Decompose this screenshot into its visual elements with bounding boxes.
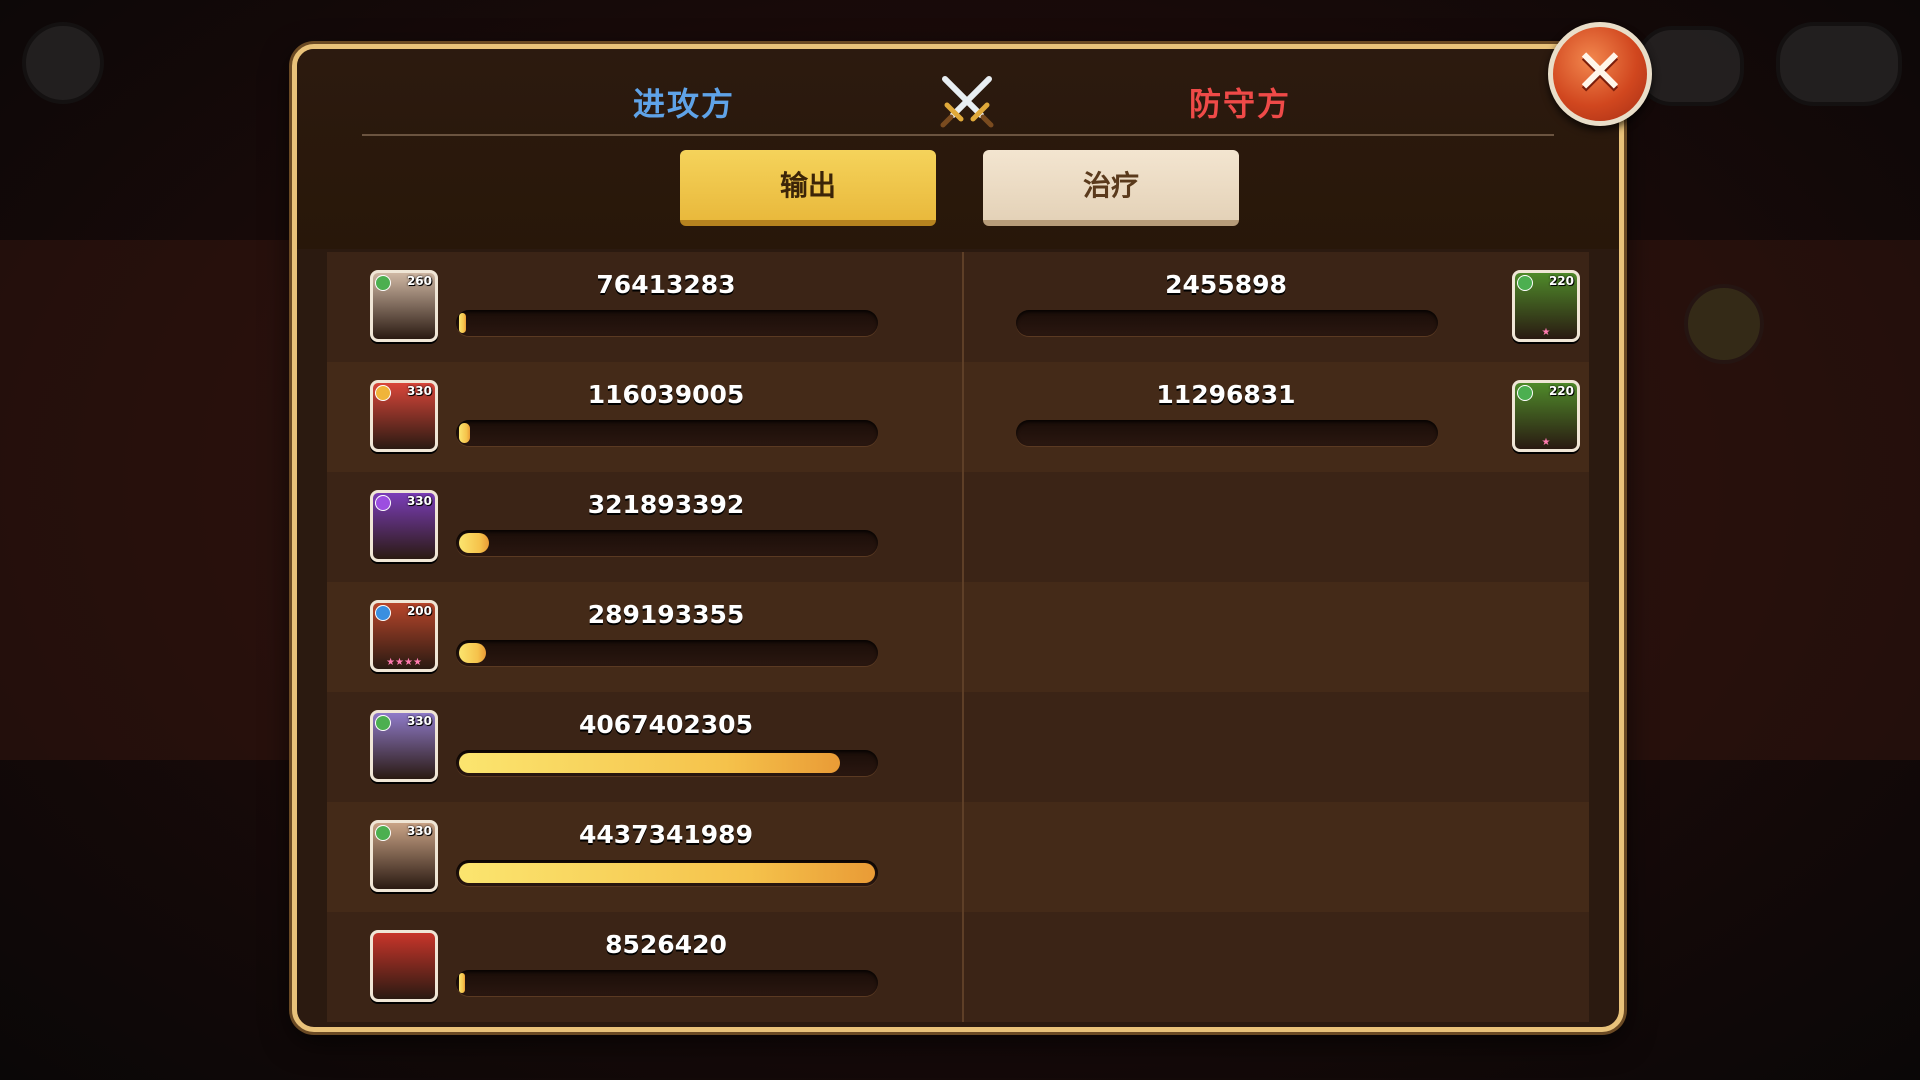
stats-list: 260 76413283 2455898 220 ★ 330 116039005 112968… (327, 252, 1589, 1022)
element-icon (1517, 385, 1533, 401)
hero-level: 260 (406, 274, 432, 288)
stats-row: 200 ★★★★ 289193355 (327, 582, 1589, 692)
speed-x2-button[interactable] (1636, 26, 1744, 106)
damage-bar-fill (459, 973, 465, 993)
defenders-damage-value: 2455898 (1165, 270, 1287, 299)
header-divider (362, 134, 1554, 136)
stats-row: 330 116039005 11296831 220 ★ (327, 362, 1589, 472)
element-icon (375, 385, 391, 401)
attackers-hero-avatar[interactable]: 330 (370, 380, 438, 452)
hero-stars: ★ (1541, 327, 1551, 338)
tab-output[interactable]: 输出 (680, 150, 936, 226)
damage-bar-fill (459, 533, 490, 553)
attackers-damage-bar (456, 860, 878, 886)
hero-level: 220 (1548, 274, 1574, 288)
defenders-damage-bar (1016, 310, 1438, 336)
attackers-hero-avatar[interactable]: 330 (370, 820, 438, 892)
play-pause-button[interactable] (1776, 22, 1902, 106)
attackers-hero-avatar[interactable]: 330 (370, 490, 438, 562)
damage-bar-fill (459, 643, 487, 663)
damage-bar-fill (459, 313, 467, 333)
hero-stars: ★ (1541, 437, 1551, 448)
attackers-damage-value: 4437341989 (579, 820, 753, 849)
attacker-title: 进攻方 (633, 85, 736, 123)
close-button[interactable]: ✕ (1548, 22, 1652, 126)
defender-title: 防守方 (1189, 85, 1292, 123)
element-icon (375, 605, 391, 621)
hero-stars: ★★★★ (386, 657, 422, 668)
background-scene (1624, 240, 1920, 760)
close-icon: ✕ (1574, 35, 1626, 108)
attackers-damage-bar (456, 750, 878, 776)
attackers-hero-avatar[interactable]: 200 ★★★★ (370, 600, 438, 672)
battle-stats-panel: 进攻方 防守方 输出 治疗 260 76413283 2455898 220 ★ 330 1… (292, 44, 1624, 1032)
crossed-swords-icon (940, 76, 994, 128)
hero-level: 330 (406, 384, 432, 398)
attackers-damage-bar (456, 970, 878, 996)
menu-icon[interactable] (22, 22, 104, 104)
attackers-damage-value: 116039005 (587, 380, 745, 409)
attackers-damage-value: 76413283 (596, 270, 736, 299)
attackers-damage-bar (456, 640, 878, 666)
defenders-damage-bar (1016, 420, 1438, 446)
column-divider (962, 252, 964, 1022)
attackers-damage-value: 4067402305 (579, 710, 753, 739)
attackers-hero-avatar[interactable] (370, 930, 438, 1002)
hero-level: 330 (406, 494, 432, 508)
attackers-damage-bar (456, 310, 878, 336)
defenders-hero-avatar[interactable]: 220 ★ (1512, 380, 1580, 452)
damage-bar-fill (459, 423, 470, 443)
attackers-hero-avatar[interactable]: 260 (370, 270, 438, 342)
element-icon (375, 715, 391, 731)
hero-level: 220 (1548, 384, 1574, 398)
attackers-damage-value: 289193355 (587, 600, 745, 629)
hero-level: 330 (406, 824, 432, 838)
stats-row: 330 4067402305 (327, 692, 1589, 802)
element-icon (1517, 275, 1533, 291)
background-scene (0, 240, 292, 760)
attackers-damage-value: 321893392 (587, 490, 745, 519)
stats-row: 330 4437341989 (327, 802, 1589, 912)
element-icon (375, 825, 391, 841)
attackers-damage-value: 8526420 (605, 930, 727, 959)
defenders-damage-value: 11296831 (1156, 380, 1296, 409)
stats-row: 260 76413283 2455898 220 ★ (327, 252, 1589, 362)
element-icon (375, 275, 391, 291)
hero-level: 200 (406, 604, 432, 618)
defenders-hero-avatar[interactable]: 220 ★ (1512, 270, 1580, 342)
stats-row: 8526420 (327, 912, 1589, 1022)
attackers-damage-bar (456, 420, 878, 446)
hero-level: 330 (406, 714, 432, 728)
stats-row: 330 321893392 (327, 472, 1589, 582)
damage-bar-fill (459, 753, 841, 773)
attackers-damage-bar (456, 530, 878, 556)
tab-heal[interactable]: 治疗 (983, 150, 1239, 226)
damage-bar-fill (459, 863, 875, 883)
element-icon (375, 495, 391, 511)
attackers-hero-avatar[interactable]: 330 (370, 710, 438, 782)
